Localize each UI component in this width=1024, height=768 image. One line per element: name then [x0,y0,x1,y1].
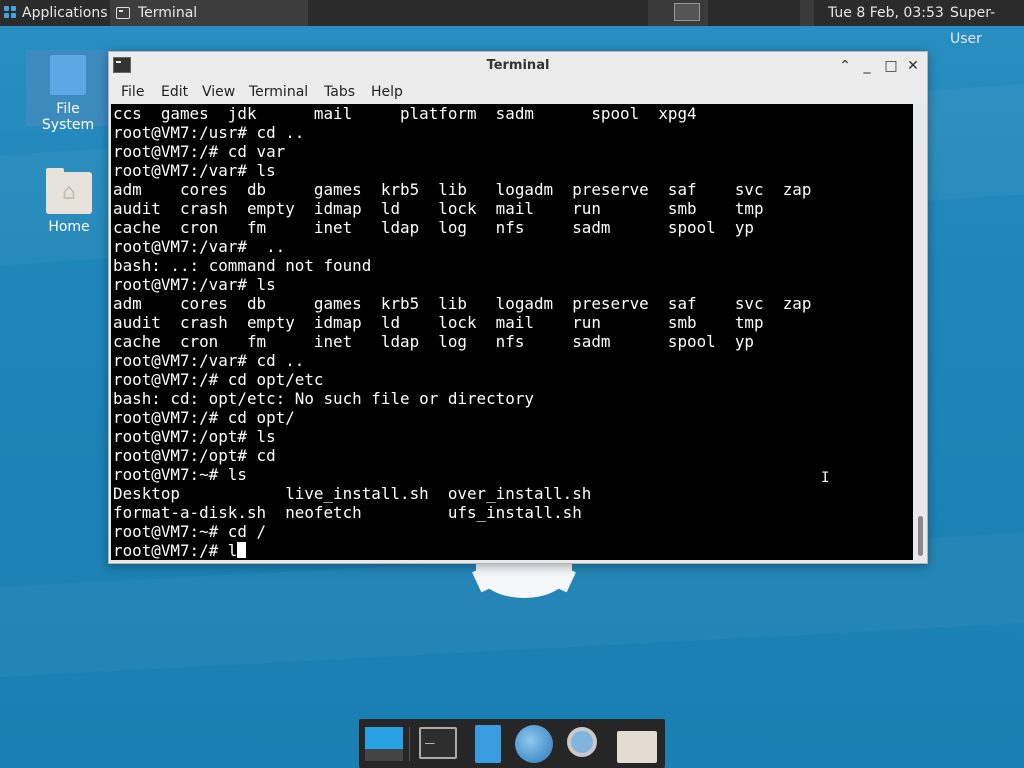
terminal-line: root@VM7:/usr# cd .. [113,123,305,142]
terminal-line: root@VM7:~# cd / [113,522,267,541]
top-panel: Applications Terminal Tue 8 Feb, 03:53 S… [0,0,1024,47]
terminal-line: root@VM7:/var# cd .. [113,351,305,370]
scrollbar-thumb[interactable] [918,516,923,556]
terminal-line: root@VM7:/var# ls [113,161,276,180]
terminal-line: root@VM7:/# cd opt/etc [113,370,324,389]
user-menu[interactable]: Super-User [950,0,1024,47]
dock-separator [409,727,410,761]
terminal-line: root@VM7:/opt# ls [113,427,276,446]
dock-app-finder-button[interactable] [561,723,603,765]
maximize-button[interactable]: □ [883,58,899,74]
terminal-line: bash: ..: command not found [113,256,372,275]
dock-web-browser-button[interactable] [511,723,553,765]
desktop-icon-label: File System [41,101,95,133]
close-button[interactable]: ✕ [905,58,921,74]
terminal-window: Terminal ⌃ _ □ ✕ File Edit View Terminal… [108,51,928,564]
dock-folder-button[interactable] [615,723,657,765]
applications-menu[interactable]: Applications [0,0,108,26]
terminal-line: root@VM7:/var# .. [113,237,286,256]
taskbar-label: Terminal [138,5,198,21]
menubar: File Edit View Terminal Tabs Help [109,80,927,104]
window-titlebar[interactable]: Terminal ⌃ _ □ ✕ [109,52,927,80]
terminal-line: adm cores db games krb5 lib logadm prese… [113,294,812,313]
file-manager-icon [475,725,501,763]
terminal-line: Desktop live_install.sh over_install.sh [113,484,592,503]
desktop-icon-label: Home [48,219,90,235]
magnifier-icon [567,727,597,757]
desktop-icon-file-system[interactable]: File System [26,50,110,133]
clock[interactable]: Tue 8 Feb, 03:53 [828,0,944,26]
terminal-line: root@VM7:~# ls [113,465,247,484]
prompt-text: root@VM7:/# l [113,541,238,560]
dock [359,719,665,768]
terminal-output[interactable]: ccs games jdk mail platform sadm spool x… [111,104,913,560]
applications-label: Applications [22,5,108,21]
panel-separator [648,0,668,26]
window-title: Terminal [486,58,550,73]
home-folder-icon [46,168,92,214]
terminal-line: adm cores db games krb5 lib logadm prese… [113,180,812,199]
menu-tabs[interactable]: Tabs [324,84,355,100]
show-desktop-button[interactable] [363,723,405,765]
terminal-prompt-line[interactable]: root@VM7:/# l [111,541,913,560]
terminal-line: ccs games jdk mail platform sadm spool x… [113,104,697,123]
menu-edit[interactable]: Edit [161,84,188,100]
globe-icon [515,725,553,763]
ibeam-cursor-icon: I [821,470,830,486]
dock-terminal-button[interactable] [417,723,459,765]
terminal-line: bash: cd: opt/etc: No such file or direc… [113,389,534,408]
terminal-line: root@VM7:/opt# cd [113,446,276,465]
terminal-line: audit crash empty idmap ld lock mail run… [113,313,764,332]
terminal-icon [116,7,130,19]
terminal-line: root@VM7:/# cd opt/ [113,408,295,427]
minimize-button[interactable]: _ [859,58,875,74]
terminal-line: root@VM7:/var# ls [113,275,276,294]
text-cursor [237,542,247,558]
panel-separator [800,0,814,26]
menu-file[interactable]: File [121,84,144,100]
terminal-line: format-a-disk.sh neofetch ufs_install.sh [113,503,582,522]
terminal-line: cache cron fm inet ldap log nfs sadm spo… [113,332,754,351]
folder-icon [617,731,657,763]
terminal-icon [419,725,457,759]
menu-view[interactable]: View [202,84,235,100]
applications-icon [4,6,18,20]
desktop-icon-home[interactable]: Home [36,168,102,236]
desktop-icon [365,727,403,749]
menu-help[interactable]: Help [371,84,403,100]
workspace-icon [674,3,700,21]
shade-button[interactable]: ⌃ [837,58,853,74]
taskbar-button-terminal[interactable]: Terminal [110,0,308,26]
terminal-line: audit crash empty idmap ld lock mail run… [113,199,764,218]
drive-icon [49,54,87,96]
scrollbar[interactable] [913,104,927,560]
terminal-line: cache cron fm inet ldap log nfs sadm spo… [113,218,754,237]
workspace-switcher[interactable] [668,0,708,26]
terminal-line: root@VM7:/# cd var [113,142,286,161]
dock-file-manager-button[interactable] [467,723,509,765]
menu-terminal[interactable]: Terminal [249,84,308,100]
